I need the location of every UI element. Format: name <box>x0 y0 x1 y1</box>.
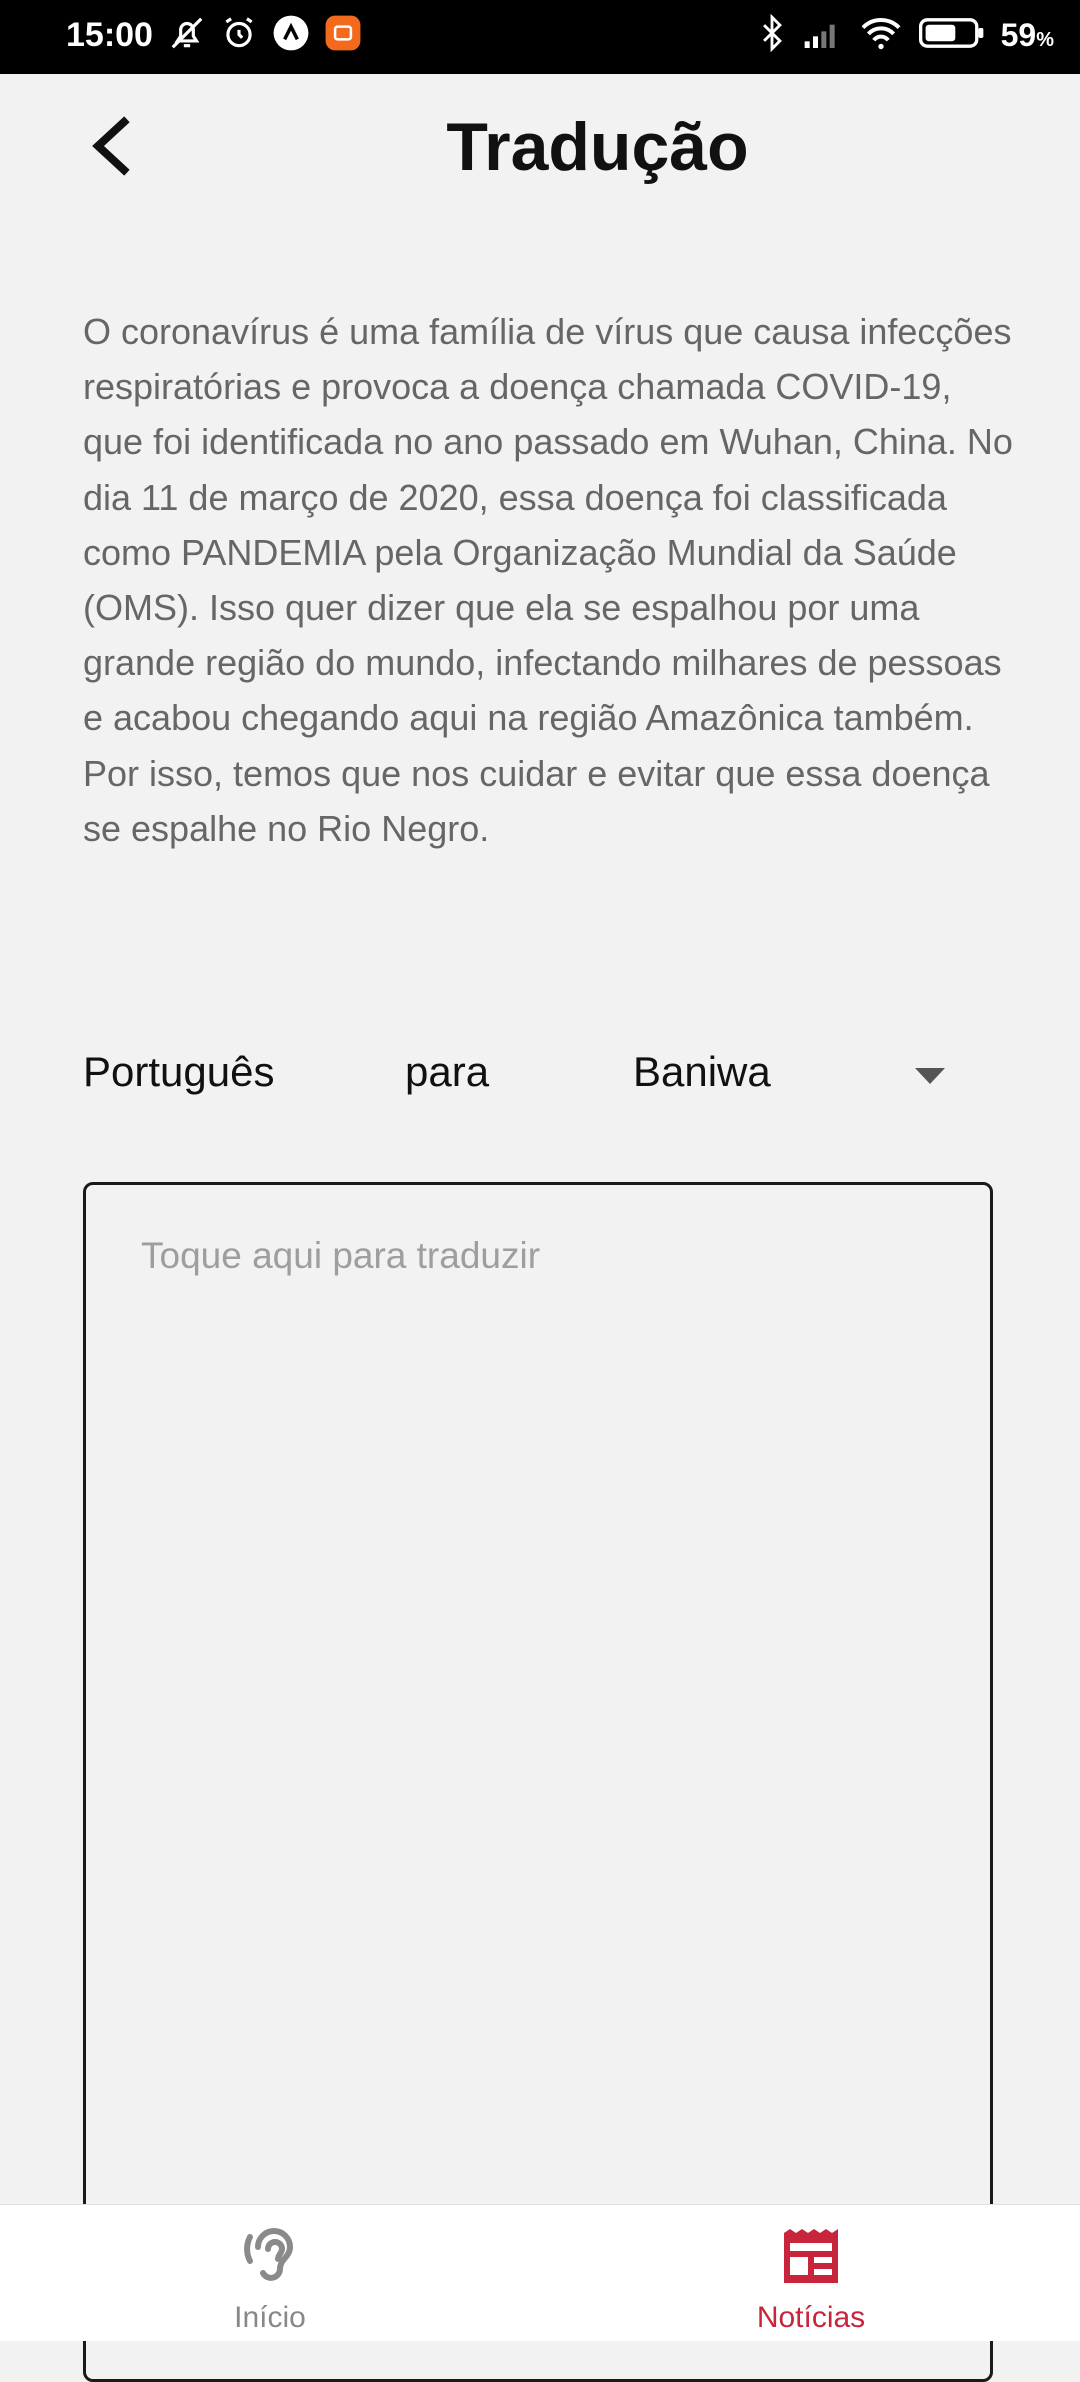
bell-off-icon <box>168 14 206 57</box>
nav-item-noticias[interactable]: Notícias <box>661 2205 961 2341</box>
language-selector-row: Português para Baniwa <box>83 1040 1003 1110</box>
page-title-wrapper: Tradução <box>0 108 1080 186</box>
newspaper-icon <box>780 2223 842 2289</box>
page-title: Tradução <box>446 109 749 185</box>
app-notification-icon <box>272 14 310 57</box>
wifi-icon <box>859 15 903 56</box>
translate-input[interactable]: Toque aqui para traduzir <box>83 1182 993 2382</box>
translate-placeholder: Toque aqui para traduzir <box>141 1235 541 1276</box>
source-language: Português <box>83 1048 275 1095</box>
nav-item-inicio[interactable]: Início <box>120 2205 420 2341</box>
status-right-icons: 59% <box>757 13 1054 57</box>
ear-icon <box>240 2223 300 2289</box>
bottom-navigation: Início Notícias <box>0 2204 1080 2341</box>
status-left-icons <box>168 14 362 57</box>
status-bar: 15:00 59% <box>0 0 1080 74</box>
alarm-icon <box>220 14 258 57</box>
mi-app-icon <box>324 14 362 57</box>
dropdown-arrow-icon[interactable] <box>915 1068 945 1089</box>
language-separator: para <box>405 1048 490 1095</box>
battery-percentage: 59% <box>1000 17 1054 53</box>
target-language-label: Baniwa <box>633 1048 771 1095</box>
bluetooth-icon <box>757 13 787 57</box>
status-time: 15:00 <box>66 16 153 54</box>
nav-label-inicio: Início <box>234 2301 306 2334</box>
article-text: O coronavírus é uma família de vírus que… <box>83 311 1013 849</box>
target-language-dropdown[interactable]: Baniwa <box>633 1040 1033 1110</box>
battery-icon <box>918 16 985 55</box>
nav-label-noticias: Notícias <box>756 2301 866 2334</box>
signal-icon <box>803 16 843 55</box>
